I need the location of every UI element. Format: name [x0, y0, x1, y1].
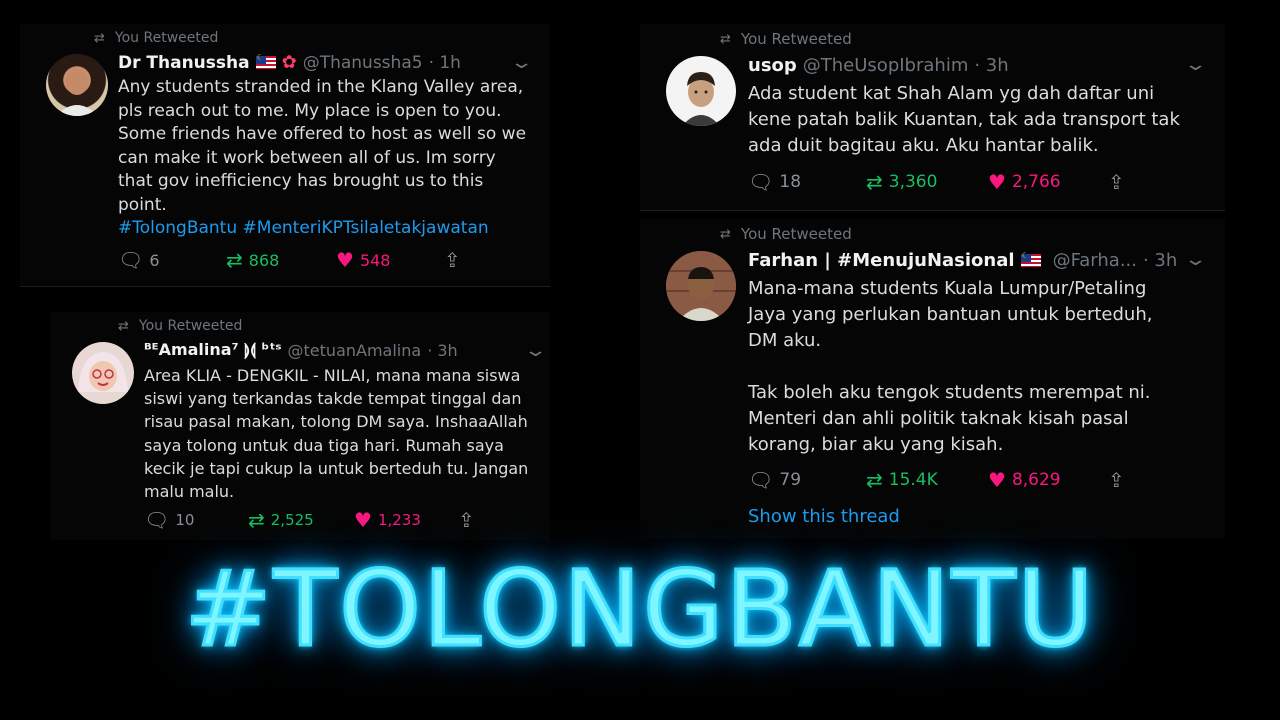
reply-button[interactable]: 🗨︎ 79: [748, 470, 866, 490]
chevron-down-icon[interactable]: ⌄: [1183, 54, 1207, 75]
display-name[interactable]: Farhan | #MenujuNasional: [748, 250, 1015, 271]
timestamp[interactable]: · 3h: [1143, 250, 1177, 271]
chevron-down-icon[interactable]: ⌄: [1183, 249, 1207, 270]
handle[interactable]: @TheUsopIbrahim: [803, 55, 969, 76]
tweet-actions: 🗨︎ 79 ⇄ 15.4K ♥ 8,629 ⇪: [748, 470, 1125, 490]
retweet-button[interactable]: ⇄ 2,525: [248, 510, 354, 530]
share-button[interactable]: ⇪: [1108, 470, 1125, 490]
share-icon: ⇪: [444, 248, 461, 272]
like-button[interactable]: ♥ 8,629: [988, 470, 1108, 490]
retweet-small-icon: ⇄: [118, 318, 129, 334]
avatar[interactable]: [46, 54, 108, 116]
avatar[interactable]: [666, 251, 736, 321]
timestamp[interactable]: · 3h: [974, 55, 1008, 76]
tweet-actions: 🗨︎ 18 ⇄ 3,360 ♥ 2,766 ⇪: [748, 172, 1125, 192]
chevron-down-icon[interactable]: ⌄: [523, 340, 547, 361]
malaysia-flag-icon: [255, 53, 276, 69]
share-icon: ⇪: [458, 508, 475, 532]
tweet-card-thanussha[interactable]: ⇄ You Retweeted Dr Thanussha ✿ @Thanussh…: [20, 24, 550, 287]
avatar[interactable]: [72, 342, 134, 404]
heart-icon: ♥: [354, 508, 372, 532]
retweet-icon: ⇄: [866, 468, 883, 492]
retweet-button[interactable]: ⇄ 3,360: [866, 172, 988, 192]
tweet-card-usop[interactable]: ⇄ You Retweeted usop @TheUsopIbrahim · 3…: [640, 24, 1225, 210]
retweet-button[interactable]: ⇄ 15.4K: [866, 470, 988, 490]
retweet-small-icon: ⇄: [720, 226, 731, 242]
handle[interactable]: @Thanussha5: [303, 53, 423, 73]
retweeted-label: ⇄ You Retweeted: [94, 30, 219, 46]
heart-icon: ♥: [988, 468, 1006, 492]
like-button[interactable]: ♥ 548: [336, 250, 444, 270]
retweet-small-icon: ⇄: [94, 30, 105, 46]
retweet-icon: ⇄: [226, 248, 243, 272]
malaysia-flag-icon: [1020, 251, 1041, 267]
tweet-text: Any students stranded in the Klang Valle…: [118, 77, 527, 215]
display-name[interactable]: usop: [748, 55, 797, 76]
tweet-text: Mana-mana students Kuala Lumpur/Petaling…: [748, 278, 1153, 455]
retweet-icon: ⇄: [866, 170, 883, 194]
hashtags-link[interactable]: #TolongBantu #MenteriKPTsilaletakjawatan: [118, 217, 489, 241]
overlay-hashtag-title: #TOLONGBANTU: [183, 547, 1096, 672]
tweet-header: Farhan | #MenujuNasional @Farha... · 3h: [748, 250, 1177, 271]
retweeted-label: ⇄ You Retweeted: [720, 225, 852, 243]
reply-icon: 🗨︎: [748, 468, 774, 492]
timestamp[interactable]: · 3h: [427, 341, 458, 360]
share-icon: ⇪: [1108, 468, 1125, 492]
tweet-card-farhan[interactable]: ⇄ You Retweeted Farhan | #MenujuNasional…: [640, 219, 1225, 539]
tweet-header: Dr Thanussha ✿ @Thanussha5 · 1h: [118, 52, 461, 73]
reply-icon: 🗨︎: [144, 508, 170, 532]
tweet-actions: 🗨︎ 6 ⇄ 868 ♥ 548 ⇪: [118, 250, 461, 270]
retweeted-label: ⇄ You Retweeted: [118, 318, 243, 334]
reply-button[interactable]: 🗨︎ 6: [118, 250, 226, 270]
retweet-small-icon: ⇄: [720, 31, 731, 47]
hibiscus-icon: ✿: [281, 52, 297, 73]
retweet-icon: ⇄: [248, 508, 265, 532]
reply-button[interactable]: 🗨︎ 18: [748, 172, 866, 192]
avatar[interactable]: [666, 56, 736, 126]
share-button[interactable]: ⇪: [444, 250, 461, 270]
like-button[interactable]: ♥ 2,766: [988, 172, 1108, 192]
tweet-text: Ada student kat Shah Alam yg dah daftar …: [748, 83, 1180, 156]
chevron-down-icon[interactable]: ⌄: [509, 52, 533, 73]
share-button[interactable]: ⇪: [458, 510, 475, 530]
like-button[interactable]: ♥ 1,233: [354, 510, 458, 530]
handle[interactable]: @tetuanAmalina: [288, 341, 422, 360]
tweet-header: usop @TheUsopIbrahim · 3h: [748, 55, 1009, 76]
divider: [640, 210, 1225, 211]
reply-icon: 🗨︎: [118, 248, 144, 272]
retweet-button[interactable]: ⇄ 868: [226, 250, 336, 270]
reply-icon: 🗨︎: [748, 170, 774, 194]
display-name[interactable]: ᴮᴱAmalina⁷ ⟭⟬ ᵇᵗˢ: [144, 340, 282, 360]
show-thread-link[interactable]: Show this thread: [748, 506, 900, 527]
tweet-text: Area KLIA - DENGKIL - NILAI, mana mana s…: [144, 366, 529, 502]
share-icon: ⇪: [1108, 170, 1125, 194]
tweet-card-amalina[interactable]: ⇄ You Retweeted ᴮᴱAmalina⁷ ⟭⟬ ᵇᵗˢ @tetua…: [50, 312, 550, 540]
share-button[interactable]: ⇪: [1108, 172, 1125, 192]
heart-icon: ♥: [336, 248, 354, 272]
tweet-header: ᴮᴱAmalina⁷ ⟭⟬ ᵇᵗˢ @tetuanAmalina · 3h: [144, 340, 458, 360]
tweet-actions: 🗨︎ 10 ⇄ 2,525 ♥ 1,233 ⇪: [144, 510, 475, 530]
display-name[interactable]: Dr Thanussha: [118, 53, 250, 73]
reply-button[interactable]: 🗨︎ 10: [144, 510, 248, 530]
heart-icon: ♥: [988, 170, 1006, 194]
retweeted-label: ⇄ You Retweeted: [720, 30, 852, 48]
timestamp[interactable]: · 1h: [429, 53, 461, 73]
handle[interactable]: @Farha...: [1053, 250, 1137, 271]
